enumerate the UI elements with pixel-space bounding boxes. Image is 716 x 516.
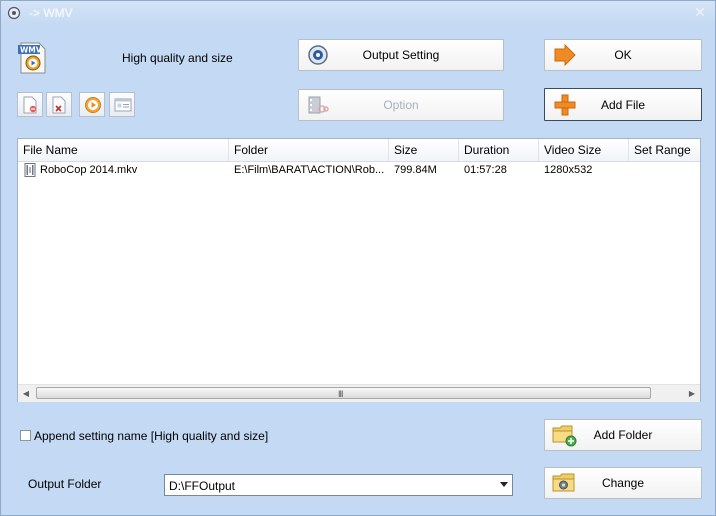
title-bar: -> WMV ✕ bbox=[1, 1, 715, 25]
scroll-left-icon[interactable]: ◀ bbox=[18, 385, 34, 402]
chevron-down-icon[interactable] bbox=[500, 482, 508, 487]
ok-button[interactable]: OK bbox=[544, 39, 702, 71]
file-list[interactable]: File Name Folder Size Duration Video Siz… bbox=[17, 138, 701, 402]
info-button[interactable] bbox=[109, 92, 135, 117]
column-header-set-range[interactable]: Set Range bbox=[629, 139, 700, 161]
scroll-thumb[interactable]: III bbox=[36, 387, 651, 399]
list-header: File Name Folder Size Duration Video Siz… bbox=[18, 139, 700, 162]
cell-file-name: RoboCop 2014.mkv bbox=[40, 164, 138, 176]
close-icon[interactable]: ✕ bbox=[693, 5, 707, 19]
remove-item-button[interactable] bbox=[46, 92, 72, 117]
info-icon bbox=[114, 98, 132, 112]
scroll-grip: III bbox=[338, 389, 343, 399]
column-header-video-size[interactable]: Video Size bbox=[539, 139, 629, 161]
cell-video-size: 1280x532 bbox=[544, 164, 593, 176]
scroll-right-icon[interactable]: ▶ bbox=[684, 385, 700, 402]
clear-list-icon bbox=[23, 96, 37, 114]
option-button[interactable]: Option bbox=[298, 89, 504, 121]
table-row[interactable]: RoboCop 2014.mkv E:\Film\BARAT\ACTION\Ro… bbox=[18, 161, 700, 179]
output-folder-label: Output Folder bbox=[28, 477, 102, 491]
preset-name: High quality and size bbox=[122, 51, 233, 65]
clear-list-button[interactable] bbox=[17, 92, 43, 117]
append-setting-label[interactable]: Append setting name [High quality and si… bbox=[34, 429, 268, 443]
output-folder-value: D:\FFOutput bbox=[169, 479, 236, 493]
add-file-button[interactable]: Add File bbox=[544, 88, 702, 121]
change-label: Change bbox=[601, 476, 645, 490]
option-label: Option bbox=[383, 98, 419, 112]
play-button[interactable] bbox=[79, 92, 105, 117]
remove-item-icon bbox=[52, 96, 66, 114]
output-folder-select[interactable]: D:\FFOutput bbox=[164, 474, 513, 496]
svg-text:WMV: WMV bbox=[20, 46, 42, 55]
cell-duration: 01:57:28 bbox=[464, 164, 507, 176]
ok-label: OK bbox=[614, 48, 632, 62]
app-icon bbox=[7, 6, 21, 20]
horizontal-scrollbar[interactable]: ◀ III ▶ bbox=[18, 384, 700, 402]
cell-folder: E:\Film\BARAT\ACTION\Rob... bbox=[234, 164, 385, 176]
append-setting-checkbox[interactable] bbox=[20, 430, 31, 441]
column-header-folder[interactable]: Folder bbox=[229, 139, 389, 161]
add-file-label: Add File bbox=[600, 97, 646, 112]
add-folder-label: Add Folder bbox=[593, 428, 653, 442]
output-setting-button[interactable]: Output Setting bbox=[298, 39, 504, 71]
cell-size: 799.84M bbox=[394, 164, 437, 176]
play-icon bbox=[85, 97, 101, 113]
column-header-file-name[interactable]: File Name bbox=[18, 139, 229, 161]
converter-window: -> WMV ✕ WMV High quality and size Outpu… bbox=[0, 0, 716, 516]
window-title: -> WMV bbox=[29, 6, 73, 20]
cell-set-range bbox=[629, 161, 700, 179]
output-setting-label: Output Setting bbox=[362, 48, 440, 62]
column-header-duration[interactable]: Duration bbox=[459, 139, 539, 161]
wmv-file-icon: WMV bbox=[18, 42, 46, 74]
add-folder-button[interactable]: Add Folder bbox=[544, 419, 702, 451]
change-button[interactable]: Change bbox=[544, 467, 702, 499]
column-header-size[interactable]: Size bbox=[389, 139, 459, 161]
